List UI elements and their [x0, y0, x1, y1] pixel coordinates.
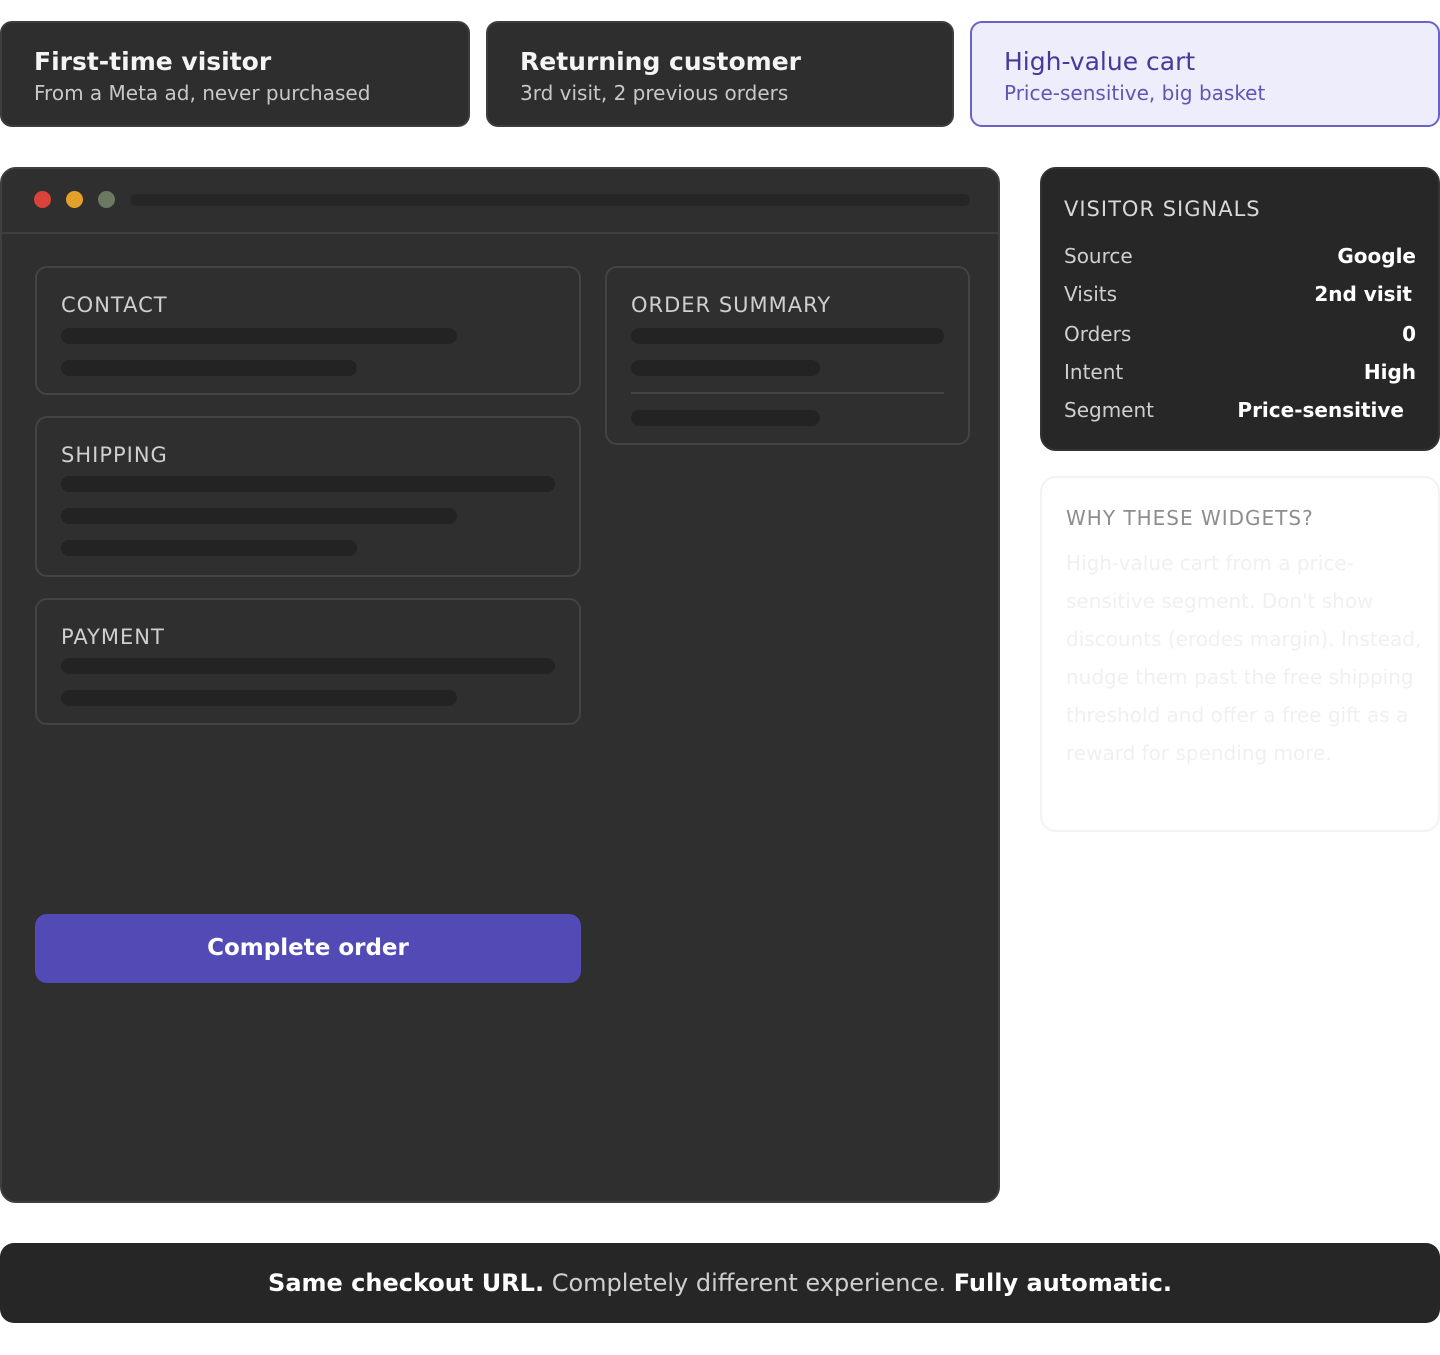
skeleton-line: [631, 410, 820, 426]
checkout-browser-mockup: CONTACT SHIPPING PAYMENT ORDER SUMMARY C…: [0, 167, 1000, 1203]
tagline-part-2: Completely different experience.: [544, 1269, 954, 1297]
tagline-banner: Same checkout URL. Completely different …: [0, 1243, 1440, 1323]
why-title: WHY THESE WIDGETS?: [1066, 506, 1314, 530]
tagline-part-3: Fully automatic.: [953, 1269, 1172, 1297]
window-close-dot-icon: [34, 191, 51, 208]
persona-subtitle: 3rd visit, 2 previous orders: [520, 81, 789, 105]
signal-value: Price-sensitive: [1237, 398, 1404, 422]
skeleton-line: [61, 476, 555, 492]
persona-title: First-time visitor: [34, 47, 272, 76]
skeleton-line: [61, 508, 457, 524]
persona-tab-returning-customer[interactable]: Returning customer 3rd visit, 2 previous…: [486, 21, 954, 127]
signal-row-visits: Visits 2nd visit: [1064, 282, 1416, 310]
signal-value: Google: [1337, 244, 1416, 268]
window-minimize-dot-icon: [66, 191, 83, 208]
persona-subtitle: Price-sensitive, big basket: [1004, 81, 1266, 105]
signal-value: 2nd visit: [1314, 282, 1412, 306]
persona-title: High-value cart: [1004, 47, 1196, 76]
order-summary-section: ORDER SUMMARY: [605, 266, 970, 445]
shipping-section: SHIPPING: [35, 416, 581, 577]
signal-row-intent: Intent High: [1064, 360, 1416, 388]
signal-label: Visits: [1064, 282, 1118, 306]
persona-tab-high-value-cart[interactable]: High-value cart Price-sensitive, big bas…: [970, 21, 1440, 127]
signal-value: 0: [1402, 322, 1416, 346]
skeleton-line: [61, 540, 357, 556]
why-these-widgets-panel: WHY THESE WIDGETS? High-value cart from …: [1040, 476, 1440, 832]
payment-section: PAYMENT: [35, 598, 581, 725]
order-summary-title: ORDER SUMMARY: [631, 293, 832, 317]
why-explanation: High-value cart from a price-sensitive s…: [1066, 551, 1422, 765]
window-maximize-dot-icon: [98, 191, 115, 208]
visitor-signals-title: VISITOR SIGNALS: [1064, 197, 1261, 221]
skeleton-line: [631, 328, 944, 344]
persona-subtitle: From a Meta ad, never purchased: [34, 81, 371, 105]
shipping-title: SHIPPING: [61, 443, 168, 467]
contact-title: CONTACT: [61, 293, 168, 317]
skeleton-line: [61, 658, 555, 674]
signal-label: Intent: [1064, 360, 1124, 384]
signal-label: Source: [1064, 244, 1133, 268]
contact-section: CONTACT: [35, 266, 581, 395]
signal-value: High: [1363, 360, 1416, 384]
skeleton-line: [631, 360, 820, 376]
persona-title: Returning customer: [520, 47, 802, 76]
tagline-part-1: Same checkout URL.: [268, 1269, 545, 1297]
skeleton-line: [61, 360, 357, 376]
signal-label: Orders: [1064, 322, 1132, 346]
signal-label: Segment: [1064, 398, 1154, 422]
skeleton-line: [61, 690, 457, 706]
address-bar-placeholder: [130, 194, 970, 206]
payment-title: PAYMENT: [61, 625, 165, 649]
complete-order-button[interactable]: Complete order: [35, 914, 581, 983]
page: First-time visitor From a Meta ad, never…: [0, 0, 1440, 1355]
browser-toolbar: [2, 169, 998, 234]
signal-row-orders: Orders 0: [1064, 322, 1416, 350]
persona-tab-first-time-visitor[interactable]: First-time visitor From a Meta ad, never…: [0, 21, 470, 127]
summary-divider: [631, 392, 944, 394]
visitor-signals-panel: VISITOR SIGNALS Source Google Visits 2nd…: [1040, 167, 1440, 451]
skeleton-line: [61, 328, 457, 344]
signal-row-segment: Segment Price-sensitive: [1064, 398, 1416, 426]
signal-row-source: Source Google: [1064, 244, 1416, 272]
